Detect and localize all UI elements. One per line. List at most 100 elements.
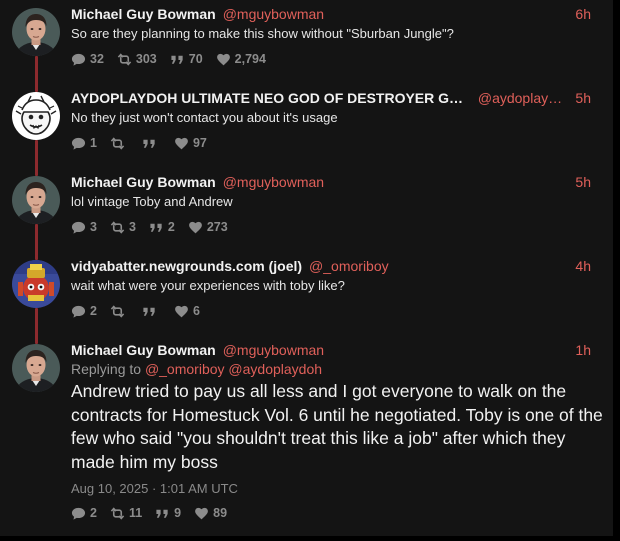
quote-stat[interactable] xyxy=(142,136,161,151)
username[interactable]: @mguybowman xyxy=(223,174,324,190)
display-name[interactable]: vidyabatter.newgrounds.com (joel) xyxy=(71,258,302,274)
comment-icon xyxy=(71,220,86,235)
replying-label: Replying to xyxy=(71,361,142,377)
retweet-stat[interactable]: 3 xyxy=(110,220,136,235)
reply-count: 32 xyxy=(90,52,104,66)
tweet-stats: 1 97 xyxy=(71,135,220,151)
tweet-header: AYDOPLAYDOH ULTIMATE NEO GOD OF DESTROYE… xyxy=(71,90,591,110)
thread-line xyxy=(35,140,38,172)
retweet-stat[interactable] xyxy=(110,136,129,151)
tweet-text: So are they planning to make this show w… xyxy=(71,26,454,41)
main-tweet[interactable]: Michael Guy Bowman @mguybowman 1h Replyi… xyxy=(0,308,613,532)
tweet-stats: 2 11 9 89 xyxy=(71,505,240,521)
tweet-text: No they just won't contact you about it'… xyxy=(71,110,338,125)
username[interactable]: @_omoriboy xyxy=(309,258,389,274)
display-name[interactable]: Michael Guy Bowman xyxy=(71,174,216,190)
reply-stat[interactable]: 32 xyxy=(71,52,104,67)
timestamp[interactable]: 4h xyxy=(567,258,591,274)
heart-icon xyxy=(194,506,209,521)
thread-line xyxy=(35,56,38,88)
comment-icon xyxy=(71,506,86,521)
avatar[interactable] xyxy=(12,92,60,140)
username[interactable]: @mguybowman xyxy=(223,6,324,22)
like-stat[interactable]: 2,794 xyxy=(216,52,266,67)
avatar[interactable] xyxy=(12,260,60,308)
like-count: 273 xyxy=(206,220,228,234)
tweet[interactable]: AYDOPLAYDOH ULTIMATE NEO GOD OF DESTROYE… xyxy=(0,56,613,176)
display-name[interactable]: Michael Guy Bowman xyxy=(71,342,216,358)
thread-line xyxy=(35,224,38,256)
quote-icon xyxy=(170,52,185,67)
tweet[interactable]: vidyabatter.newgrounds.com (joel) @_omor… xyxy=(0,224,613,344)
tweet-text: wait what were your experiences with tob… xyxy=(71,278,345,293)
quote-icon xyxy=(142,136,157,151)
avatar[interactable] xyxy=(12,8,60,56)
like-stat[interactable]: 6 xyxy=(174,304,200,319)
retweet-count: 303 xyxy=(135,52,157,66)
like-count: 89 xyxy=(213,506,228,520)
tweet-header: Michael Guy Bowman @mguybowman 5h xyxy=(71,174,591,194)
reply-stat[interactable]: 3 xyxy=(71,220,97,235)
tweet-stats: 32 303 70 2,794 xyxy=(71,51,279,67)
like-count: 2,794 xyxy=(234,52,266,66)
username[interactable]: @aydoplayd... xyxy=(478,90,568,106)
retweet-icon xyxy=(117,52,132,67)
timestamp[interactable]: 1h xyxy=(567,342,591,358)
retweet-stat[interactable] xyxy=(110,304,129,319)
like-count: 97 xyxy=(192,136,207,150)
retweet-stat[interactable]: 11 xyxy=(110,506,142,521)
quote-count: 9 xyxy=(174,506,182,520)
tweet-stats: 3 3 2 273 xyxy=(71,219,241,235)
reply-stat[interactable]: 2 xyxy=(71,304,97,319)
quote-stat[interactable]: 70 xyxy=(170,52,203,67)
quote-stat[interactable] xyxy=(142,304,161,319)
like-stat[interactable]: 273 xyxy=(188,220,228,235)
display-name[interactable]: AYDOPLAYDOH ULTIMATE NEO GOD OF DESTROYE… xyxy=(71,90,471,106)
username[interactable]: @mguybowman xyxy=(223,342,324,358)
reply-count: 2 xyxy=(90,304,97,318)
display-name[interactable]: Michael Guy Bowman xyxy=(71,6,216,22)
quote-count: 70 xyxy=(188,52,203,66)
quote-icon xyxy=(142,304,157,319)
reply-stat[interactable]: 1 xyxy=(71,136,97,151)
reply-count: 3 xyxy=(90,220,97,234)
thread-panel: Michael Guy Bowman @mguybowman 6h So are… xyxy=(0,0,613,536)
tweet[interactable]: Michael Guy Bowman @mguybowman 6h So are… xyxy=(0,6,613,92)
timestamp[interactable]: 6h xyxy=(567,6,591,22)
reply-count: 2 xyxy=(90,506,97,520)
like-stat[interactable]: 97 xyxy=(174,136,207,151)
quote-stat[interactable]: 9 xyxy=(155,506,181,521)
heart-icon xyxy=(188,220,203,235)
retweet-count: 11 xyxy=(128,506,143,520)
quote-icon xyxy=(155,506,170,521)
thread-line xyxy=(35,308,38,340)
timestamp[interactable]: 5h xyxy=(567,90,591,106)
like-count: 6 xyxy=(192,304,200,318)
retweet-icon xyxy=(110,506,125,521)
tweet-stats: 2 6 xyxy=(71,303,213,319)
retweet-icon xyxy=(110,220,125,235)
retweet-icon xyxy=(110,136,125,151)
tweet[interactable]: Michael Guy Bowman @mguybowman 5h lol vi… xyxy=(0,140,613,260)
tweet-header: Michael Guy Bowman @mguybowman 6h xyxy=(71,6,591,26)
retweet-stat[interactable]: 303 xyxy=(117,52,157,67)
tweet-date[interactable]: Aug 10, 2025 · 1:01 AM UTC xyxy=(71,481,238,496)
avatar[interactable] xyxy=(12,176,60,224)
tweet-header: Michael Guy Bowman @mguybowman 1h xyxy=(71,342,591,362)
quote-icon xyxy=(149,220,164,235)
tweet-header: vidyabatter.newgrounds.com (joel) @_omor… xyxy=(71,258,591,278)
like-stat[interactable]: 89 xyxy=(194,506,227,521)
retweet-icon xyxy=(110,304,125,319)
retweet-count: 3 xyxy=(128,220,136,234)
comment-icon xyxy=(71,52,86,67)
heart-icon xyxy=(216,52,231,67)
quote-stat[interactable]: 2 xyxy=(149,220,175,235)
tweet-text: Andrew tried to pay us all less and I go… xyxy=(71,381,603,472)
reply-stat[interactable]: 2 xyxy=(71,506,97,521)
reply-mentions[interactable]: @_omoriboy @aydoplaydoh xyxy=(145,361,322,377)
timestamp[interactable]: 5h xyxy=(567,174,591,190)
quote-count: 2 xyxy=(167,220,175,234)
comment-icon xyxy=(71,304,86,319)
replying-to: Replying to @_omoriboy @aydoplaydoh xyxy=(71,361,322,377)
avatar[interactable] xyxy=(12,344,60,392)
